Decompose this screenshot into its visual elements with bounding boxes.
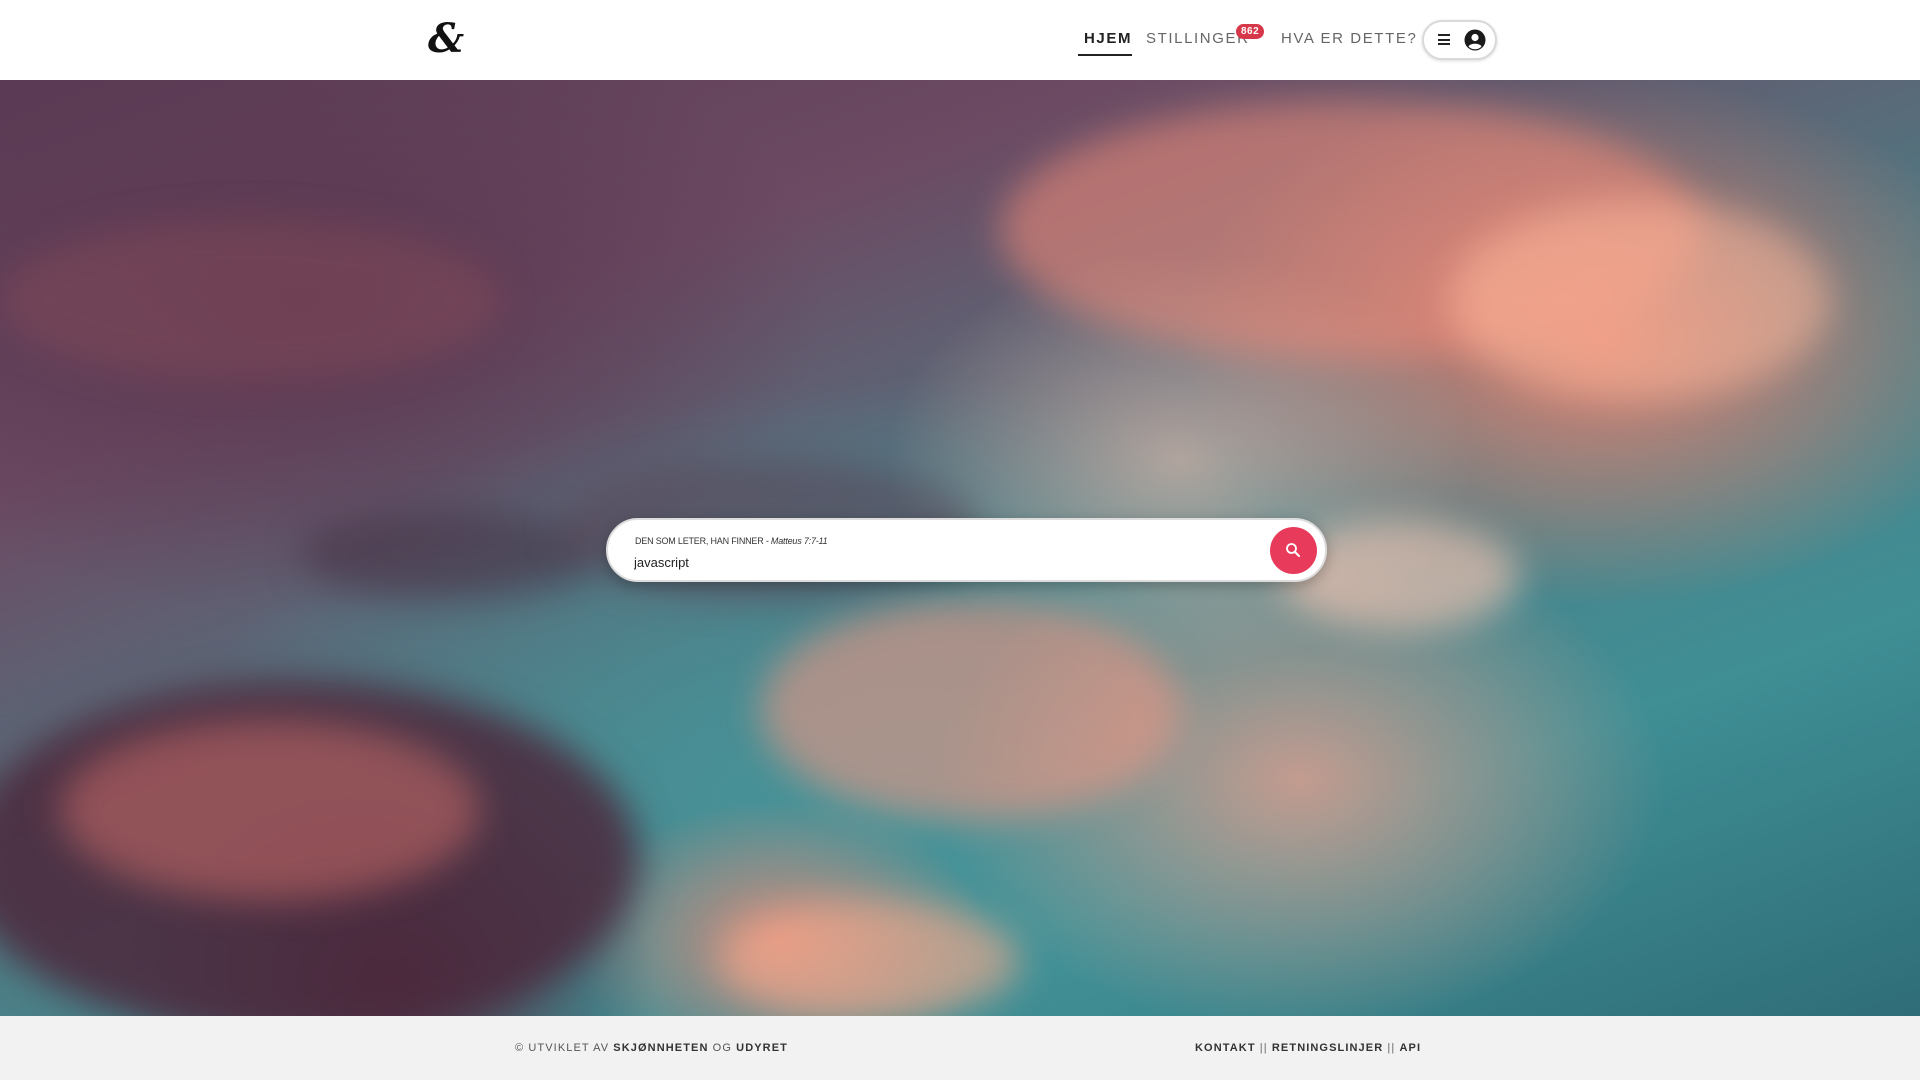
page-footer: © UTVIKLET AV SKJØNNHETEN OG UDYRET KONT… bbox=[0, 1016, 1920, 1080]
footer-credits: © UTVIKLET AV SKJØNNHETEN OG UDYRET bbox=[515, 1042, 788, 1054]
site-logo[interactable]: & bbox=[428, 18, 468, 60]
footer-author-b-link[interactable]: UDYRET bbox=[736, 1042, 788, 1054]
footer-joiner: OG bbox=[708, 1042, 737, 1054]
search-hint-text: DEN SOM LETER, HAN FINNER - bbox=[635, 536, 771, 546]
search-bar: DEN SOM LETER, HAN FINNER - Matteus 7:7-… bbox=[606, 518, 1327, 582]
search-icon bbox=[1286, 543, 1300, 557]
menu-icon bbox=[1438, 34, 1450, 45]
footer-link-api[interactable]: API bbox=[1399, 1042, 1421, 1054]
user-avatar-icon bbox=[1464, 29, 1486, 51]
footer-separator: || bbox=[1383, 1042, 1400, 1054]
search-hint-reference: Matteus 7:7-11 bbox=[770, 536, 828, 546]
nav-stillinger[interactable]: STILLINGER bbox=[1146, 30, 1250, 47]
footer-link-kontakt[interactable]: KONTAKT bbox=[1195, 1042, 1256, 1054]
footer-separator: || bbox=[1255, 1042, 1272, 1054]
stillinger-count-badge: 862 bbox=[1236, 24, 1265, 39]
search-button[interactable] bbox=[1270, 527, 1317, 574]
search-hint: DEN SOM LETER, HAN FINNER - Matteus 7:7-… bbox=[635, 536, 828, 546]
nav-hjem[interactable]: HJEM bbox=[1084, 30, 1132, 47]
search-input[interactable] bbox=[634, 552, 1194, 572]
footer-link-retningslinjer[interactable]: RETNINGSLINJER bbox=[1272, 1042, 1383, 1054]
nav-hva-er-dette[interactable]: HVA ER DETTE? bbox=[1281, 30, 1417, 47]
footer-links: KONTAKT || RETNINGSLINJER || API bbox=[1195, 1042, 1421, 1054]
footer-author-a-link[interactable]: SKJØNNHETEN bbox=[613, 1042, 708, 1054]
top-header: & HJEM STILLINGER 862 HVA ER DETTE? bbox=[0, 0, 1920, 80]
footer-copyright: © UTVIKLET AV bbox=[515, 1042, 614, 1054]
nav-active-underline bbox=[1078, 54, 1132, 56]
user-menu-button[interactable] bbox=[1422, 20, 1497, 60]
